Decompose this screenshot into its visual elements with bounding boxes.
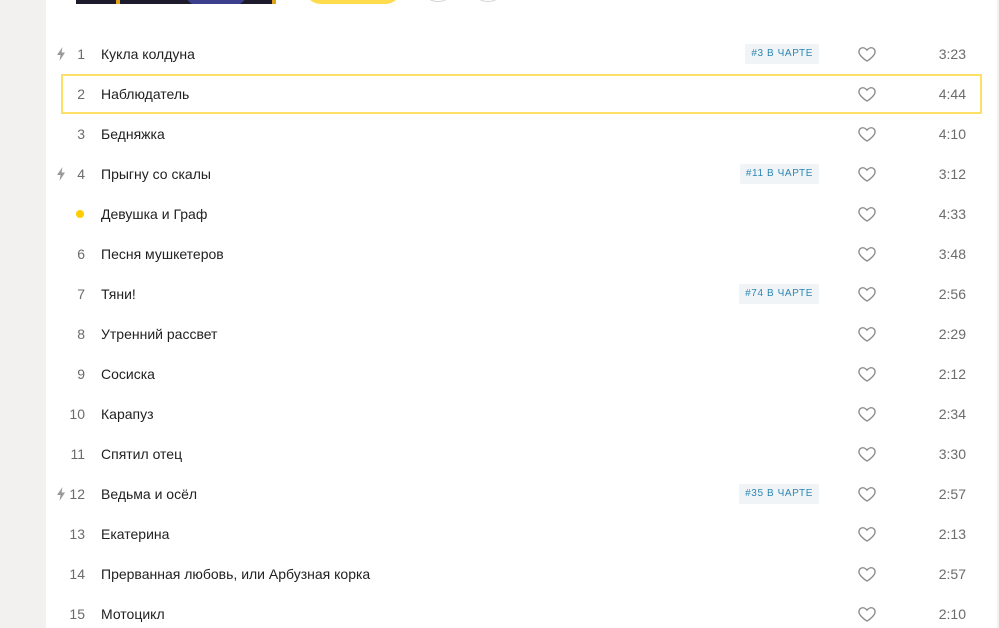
track-number: 13	[69, 526, 85, 542]
track-duration: 3:48	[938, 246, 966, 262]
track-duration: 2:57	[938, 486, 966, 502]
track-row[interactable]: 7 Тяни! #74 В ЧАРТЕ 2:56	[46, 274, 997, 314]
track-row[interactable]: 4 Прыгну со скалы #11 В ЧАРТЕ 3:12	[46, 154, 997, 194]
track-row[interactable]: 1 Кукла колдуна #3 В ЧАРТЕ 3:23	[46, 34, 997, 74]
track-title[interactable]: Утренний рассвет	[101, 326, 217, 342]
track-title[interactable]: Тяни!	[101, 286, 136, 302]
track-duration: 3:23	[938, 46, 966, 62]
heart-icon[interactable]	[857, 164, 877, 184]
track-row[interactable]: 15 Мотоцикл 2:10	[46, 594, 997, 628]
chart-position-badge[interactable]: #74 В ЧАРТЕ	[739, 284, 819, 304]
track-title[interactable]: Бедняжка	[101, 126, 165, 142]
track-number: 10	[69, 406, 85, 422]
track-number: 7	[77, 286, 85, 302]
cover-art-detail	[186, 0, 246, 4]
chart-position-badge[interactable]: #11 В ЧАРТЕ	[739, 164, 819, 184]
track-row[interactable]: 10 Карапуз 2:34	[46, 394, 997, 434]
track-number: 11	[70, 446, 85, 462]
track-row[interactable]: 6 Песня мушкетеров 3:48	[46, 234, 997, 274]
lightning-icon	[56, 47, 66, 61]
track-duration: 2:12	[938, 366, 966, 382]
track-number: 9	[77, 366, 85, 382]
track-title[interactable]: Прерванная любовь, или Арбузная корка	[101, 566, 370, 582]
track-number: 3	[77, 126, 85, 142]
track-title[interactable]: Екатерина	[101, 526, 169, 542]
track-list: 1 Кукла колдуна #3 В ЧАРТЕ 3:23 2 Наблюдатель…	[46, 34, 997, 628]
track-number: 4	[77, 166, 85, 182]
track-row[interactable]: 14 Прерванная любовь, или Арбузная корка 2…	[46, 554, 997, 594]
heart-icon[interactable]	[857, 244, 877, 264]
track-title[interactable]: Наблюдатель	[101, 86, 189, 102]
heart-icon[interactable]	[857, 484, 877, 504]
track-row[interactable]: 12 Ведьма и осёл #35 В ЧАРТЕ 2:57	[46, 474, 997, 514]
track-duration: 2:29	[938, 326, 966, 342]
play-album-button[interactable]	[304, 0, 402, 4]
track-duration: 4:44	[938, 86, 966, 102]
track-row[interactable]: 3 Бедняжка 4:10	[46, 114, 997, 154]
cover-art-detail	[272, 0, 276, 4]
heart-icon[interactable]	[857, 124, 877, 144]
track-number: 6	[77, 246, 85, 262]
track-row[interactable]: 13 Екатерина 2:13	[46, 514, 997, 554]
heart-icon[interactable]	[857, 84, 877, 104]
track-row[interactable]: 2 Наблюдатель 4:44	[46, 74, 997, 114]
lightning-icon	[56, 167, 66, 181]
chart-position-badge[interactable]: #3 В ЧАРТЕ	[745, 44, 819, 64]
track-row[interactable]: 9 Сосиска 2:12	[46, 354, 997, 394]
track-number: 1	[77, 46, 85, 62]
track-number: 2	[77, 86, 85, 102]
heart-icon[interactable]	[857, 364, 877, 384]
more-options-button[interactable]	[470, 0, 506, 2]
lightning-icon	[56, 487, 66, 501]
track-number: 8	[77, 326, 85, 342]
track-duration: 2:13	[938, 526, 966, 542]
track-number: 15	[69, 606, 85, 622]
track-duration: 2:34	[938, 406, 966, 422]
heart-icon[interactable]	[857, 44, 877, 64]
track-duration: 2:57	[938, 566, 966, 582]
heart-icon[interactable]	[857, 564, 877, 584]
heart-icon[interactable]	[857, 204, 877, 224]
selection-highlight	[61, 74, 982, 114]
track-row[interactable]: 8 Утренний рассвет 2:29	[46, 314, 997, 354]
track-title[interactable]: Ведьма и осёл	[101, 486, 197, 502]
track-number: 12	[69, 486, 85, 502]
track-duration: 3:30	[938, 446, 966, 462]
track-title[interactable]: Карапуз	[101, 406, 154, 422]
track-duration: 2:10	[938, 606, 966, 622]
heart-icon[interactable]	[857, 444, 877, 464]
track-title[interactable]: Кукла колдуна	[101, 46, 195, 62]
track-title[interactable]: Девушка и Граф	[101, 206, 207, 222]
track-duration: 4:10	[938, 126, 966, 142]
track-row[interactable]: 11 Спятил отец 3:30	[46, 434, 997, 474]
track-title[interactable]: Песня мушкетеров	[101, 246, 224, 262]
heart-icon[interactable]	[857, 324, 877, 344]
track-duration: 4:33	[938, 206, 966, 222]
album-page: 1 Кукла колдуна #3 В ЧАРТЕ 3:23 2 Наблюдатель…	[46, 0, 997, 628]
heart-icon[interactable]	[857, 404, 877, 424]
cover-art-detail	[116, 0, 120, 4]
heart-icon[interactable]	[857, 284, 877, 304]
track-duration: 2:56	[938, 286, 966, 302]
album-cover[interactable]	[76, 0, 276, 4]
track-title[interactable]: Спятил отец	[101, 446, 182, 462]
like-album-button[interactable]	[420, 0, 456, 2]
track-title[interactable]: Сосиска	[101, 366, 155, 382]
track-number: 14	[69, 566, 85, 582]
chart-position-badge[interactable]: #35 В ЧАРТЕ	[739, 484, 819, 504]
now-playing-indicator	[76, 210, 84, 218]
track-title[interactable]: Мотоцикл	[101, 606, 165, 622]
track-duration: 3:12	[938, 166, 966, 182]
heart-icon[interactable]	[857, 604, 877, 624]
track-row[interactable]: Девушка и Граф 4:33	[46, 194, 997, 234]
heart-icon[interactable]	[857, 524, 877, 544]
track-title[interactable]: Прыгну со скалы	[101, 166, 211, 182]
